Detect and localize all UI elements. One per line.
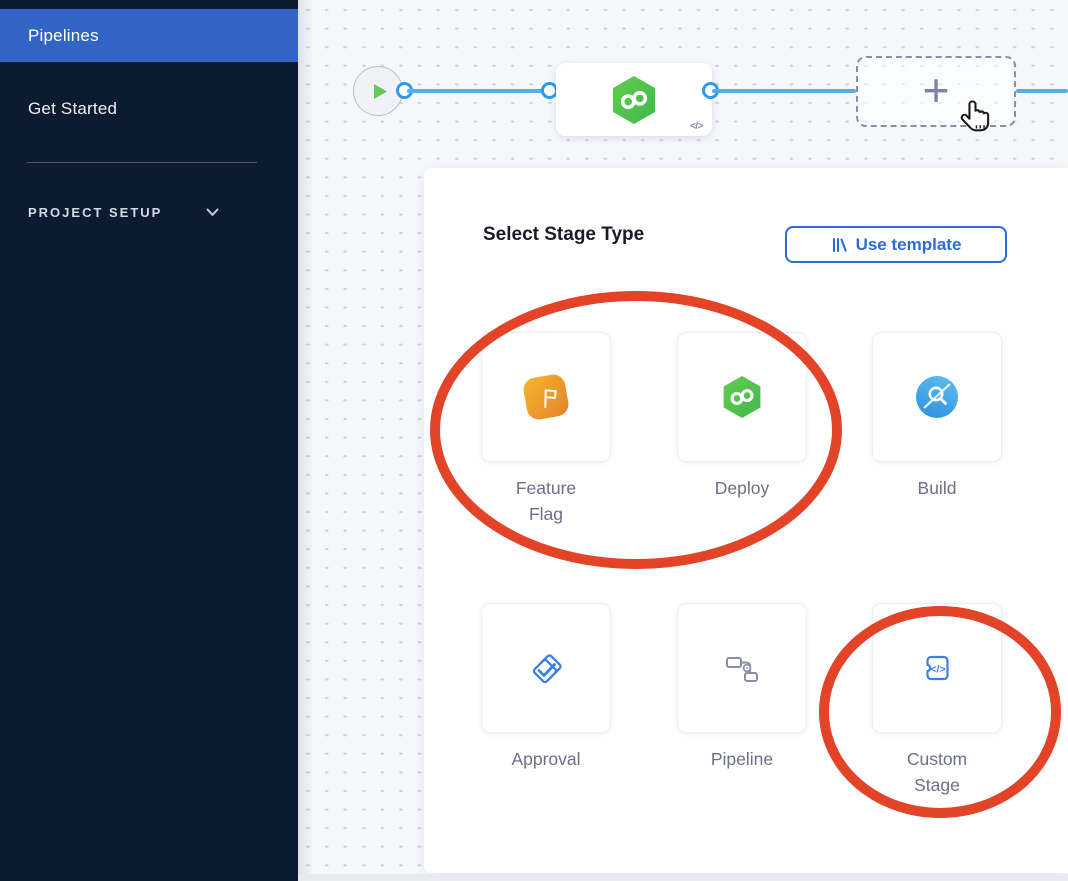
stage-cell-build: Build [872, 332, 1002, 501]
stage-label: Approval [511, 746, 580, 772]
stage-label: Build [918, 475, 957, 501]
sidebar-section-project-setup[interactable]: PROJECT SETUP [28, 205, 219, 220]
sidebar-item-label: Pipelines [28, 26, 99, 46]
play-icon [373, 83, 388, 100]
horizontal-scrollbar-track[interactable] [298, 874, 1068, 881]
stage-cell-custom-stage: </> Custom Stage [872, 603, 1002, 798]
build-icon [916, 376, 958, 418]
custom-stage-icon: </> [915, 646, 959, 690]
stage-label: Feature Flag [504, 475, 588, 527]
section-label: PROJECT SETUP [28, 205, 162, 220]
connector-line [407, 89, 548, 93]
stage-label: Custom Stage [895, 746, 979, 798]
stage-cell-approval: Approval [481, 603, 611, 772]
feature-flag-icon [522, 373, 571, 422]
deploy-stage-node[interactable]: </> [556, 63, 712, 136]
connector-line [712, 89, 856, 93]
sidebar-item-label: Get Started [28, 99, 117, 119]
pipeline-icon [720, 646, 764, 690]
add-stage-node[interactable]: + [856, 56, 1016, 127]
select-stage-type-panel: Select Stage Type Use template Feature F… [424, 168, 1068, 873]
svg-text:</>: </> [930, 664, 945, 676]
stage-cell-deploy: Deploy [677, 332, 807, 501]
stage-cell-feature-flag: Feature Flag [481, 332, 611, 527]
stage-card-approval[interactable] [481, 603, 611, 733]
stage-cell-pipeline: Pipeline [677, 603, 807, 772]
use-template-button[interactable]: Use template [785, 226, 1007, 263]
pipeline-editor-window: Pipelines Get Started PROJECT SETUP [0, 0, 1068, 881]
stage-card-deploy[interactable] [677, 332, 807, 462]
stage-label: Pipeline [711, 746, 773, 772]
deploy-icon [721, 375, 763, 419]
approval-icon [524, 646, 568, 690]
chevron-down-icon [206, 208, 219, 217]
panel-title: Select Stage Type [483, 224, 644, 246]
template-library-icon [831, 237, 847, 253]
sidebar-item-get-started[interactable]: Get Started [0, 82, 298, 135]
stage-label: Deploy [715, 475, 769, 501]
use-template-label: Use template [856, 235, 962, 255]
connector-line [1016, 89, 1068, 93]
plus-icon: + [923, 67, 950, 113]
sidebar-divider [27, 162, 257, 163]
sidebar: Pipelines Get Started PROJECT SETUP [0, 0, 298, 881]
sidebar-item-pipelines[interactable]: Pipelines [0, 9, 298, 62]
stage-card-feature-flag[interactable] [481, 332, 611, 462]
stage-card-build[interactable] [872, 332, 1002, 462]
stage-card-custom-stage[interactable]: </> [872, 603, 1002, 733]
deploy-hexagon-icon [610, 75, 658, 125]
stage-card-pipeline[interactable] [677, 603, 807, 733]
yaml-code-icon: </> [690, 121, 703, 132]
